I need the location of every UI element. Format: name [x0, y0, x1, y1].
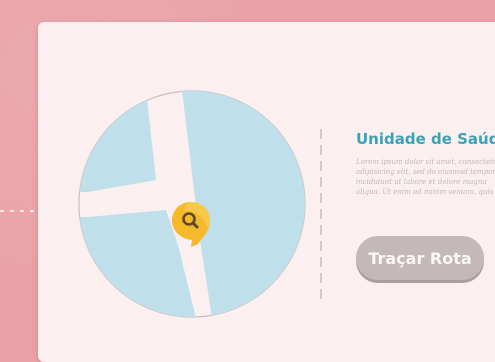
route-button[interactable]: Traçar Rota [356, 236, 484, 280]
search-icon [172, 202, 210, 247]
location-marker[interactable] [170, 200, 212, 248]
vertical-divider [320, 129, 322, 299]
map-circle[interactable] [78, 90, 306, 318]
location-card: Unidade de Saúde Lorem ipsum dolor sit a… [38, 22, 495, 362]
card-title: Unidade de Saúde [356, 130, 495, 148]
card-description: Lorem ipsum dolor sit amet, consectetur … [356, 158, 495, 196]
